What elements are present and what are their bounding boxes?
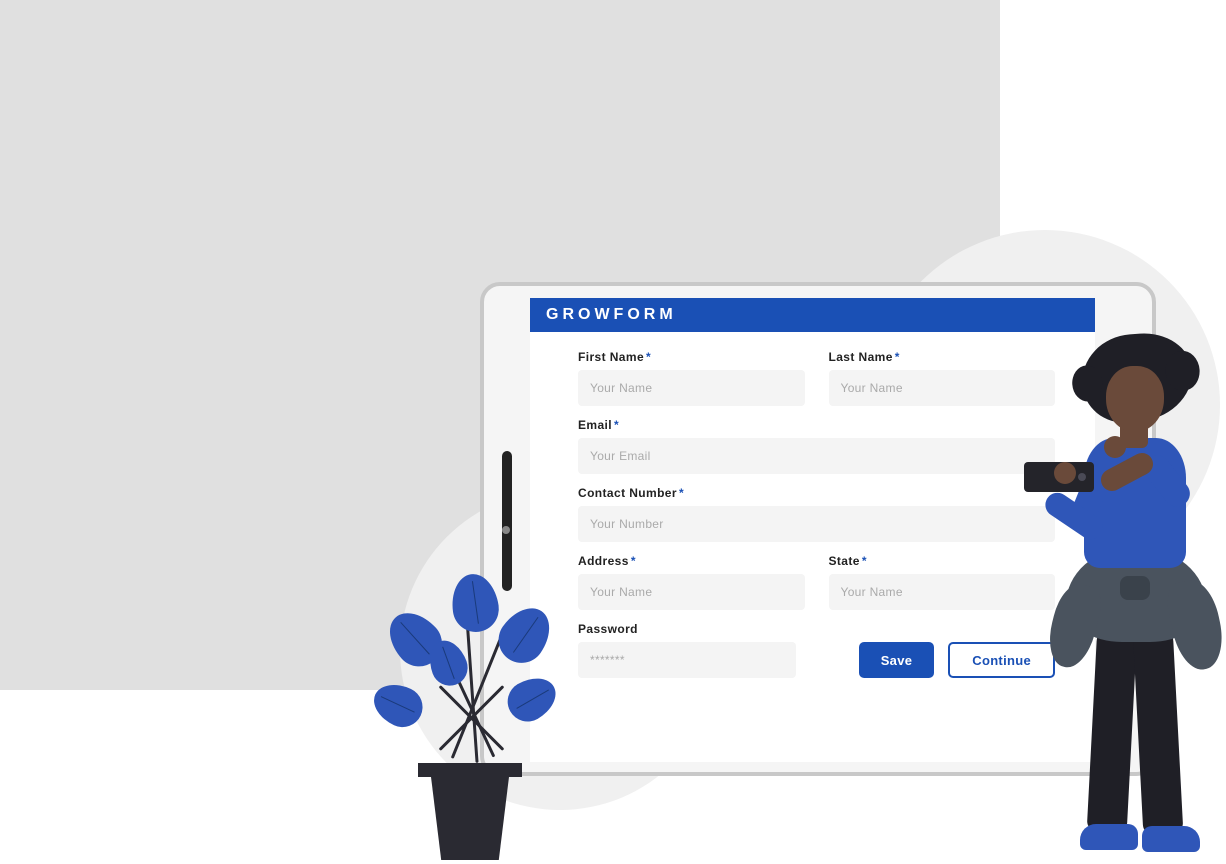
last-name-label: Last Name* — [829, 350, 1056, 364]
save-button[interactable]: Save — [859, 642, 935, 678]
address-group: Address* — [578, 554, 805, 610]
contact-group: Contact Number* — [578, 486, 1055, 542]
last-name-input[interactable] — [829, 370, 1056, 406]
email-group: Email* — [578, 418, 1055, 474]
password-label: Password — [578, 622, 796, 636]
last-name-group: Last Name* — [829, 350, 1056, 406]
password-group: Password — [578, 622, 796, 678]
first-name-group: First Name* — [578, 350, 805, 406]
continue-button[interactable]: Continue — [948, 642, 1055, 678]
address-input[interactable] — [578, 574, 805, 610]
form-screen: GROWFORM First Name* Last Name* — [530, 298, 1095, 762]
button-group: Save Continue — [820, 642, 1055, 678]
form-body: First Name* Last Name* Email* — [530, 332, 1095, 678]
state-group: State* — [829, 554, 1056, 610]
app-title: GROWFORM — [546, 306, 677, 324]
plant-illustration — [370, 570, 570, 860]
first-name-label: First Name* — [578, 350, 805, 364]
title-bar: GROWFORM — [530, 298, 1095, 332]
person-illustration — [1054, 334, 1224, 864]
contact-input[interactable] — [578, 506, 1055, 542]
email-label: Email* — [578, 418, 1055, 432]
state-label: State* — [829, 554, 1056, 568]
first-name-input[interactable] — [578, 370, 805, 406]
state-input[interactable] — [829, 574, 1056, 610]
password-input[interactable] — [578, 642, 796, 678]
email-input[interactable] — [578, 438, 1055, 474]
contact-label: Contact Number* — [578, 486, 1055, 500]
address-label: Address* — [578, 554, 805, 568]
tablet-camera-icon — [502, 526, 510, 534]
